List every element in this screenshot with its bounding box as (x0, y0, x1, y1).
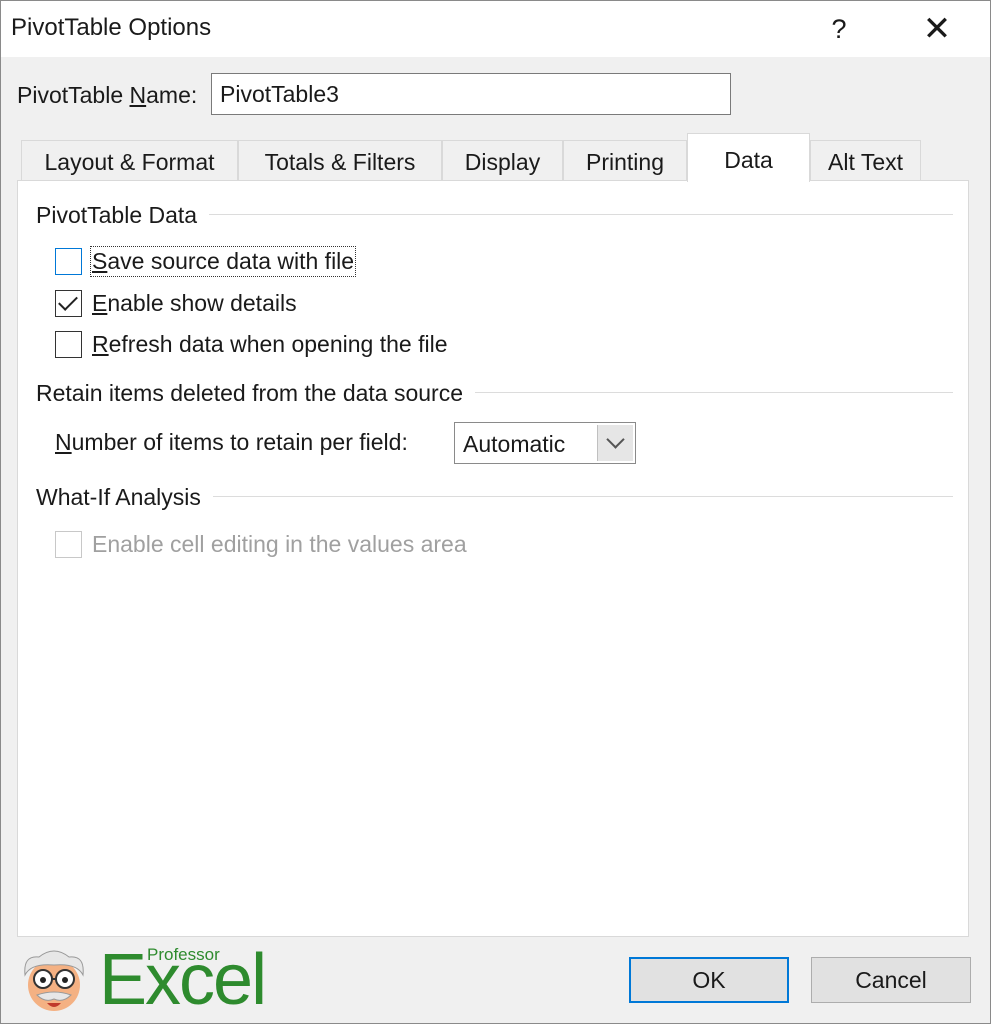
tab-layout-format[interactable]: Layout & Format (21, 140, 238, 180)
tab-data[interactable]: Data (687, 133, 810, 182)
save-source-data-option[interactable]: Save source data with file (55, 245, 357, 277)
tab-totals-filters[interactable]: Totals & Filters (238, 140, 442, 180)
enable-show-details-option[interactable]: Enable show details (55, 288, 297, 318)
cell-editing-checkbox (55, 530, 82, 558)
group-title-pivottable-data: PivotTable Data (36, 202, 210, 229)
title-bar: PivotTable Options ? ✕ (1, 1, 990, 57)
refresh-on-open-checkbox[interactable] (55, 330, 82, 358)
logo-professor-text: Professor (147, 945, 220, 964)
ok-button[interactable]: OK (629, 957, 789, 1003)
cancel-button[interactable]: Cancel (811, 957, 971, 1003)
group-title-retain-items: Retain items deleted from the data sourc… (36, 380, 476, 407)
professor-excel-logo: Excel Professor (19, 944, 267, 1016)
retain-items-dropdown[interactable]: Automatic (454, 422, 636, 464)
pivottable-options-dialog: PivotTable Options ? ✕ PivotTable Name: … (0, 0, 991, 1024)
tab-alt-text[interactable]: Alt Text (810, 140, 921, 180)
save-source-data-label[interactable]: Save source data with file (89, 245, 357, 277)
cell-editing-option: Enable cell editing in the values area (55, 529, 467, 559)
refresh-on-open-label[interactable]: Refresh data when opening the file (92, 331, 447, 358)
dropdown-arrow-button[interactable] (597, 425, 633, 461)
pivottable-name-input[interactable] (211, 73, 731, 115)
retain-items-value: Automatic (463, 431, 566, 457)
tab-display[interactable]: Display (442, 140, 563, 180)
cell-editing-label: Enable cell editing in the values area (92, 530, 467, 557)
chevron-down-icon (606, 430, 625, 449)
tab-printing[interactable]: Printing (563, 140, 687, 180)
professor-face-icon (19, 945, 89, 1015)
refresh-on-open-option[interactable]: Refresh data when opening the file (55, 329, 447, 359)
close-icon[interactable]: ✕ (907, 7, 967, 51)
group-title-what-if: What-If Analysis (36, 484, 213, 511)
enable-show-details-checkbox[interactable] (55, 289, 82, 317)
enable-show-details-label[interactable]: Enable show details (92, 290, 297, 317)
checkmark-icon (58, 290, 78, 311)
window-title: PivotTable Options (11, 14, 212, 41)
pivottable-name-label: PivotTable Name: (17, 82, 198, 108)
retain-items-label: Number of items to retain per field: (55, 429, 408, 455)
help-icon[interactable]: ? (813, 7, 865, 51)
save-source-data-checkbox[interactable] (55, 247, 82, 275)
